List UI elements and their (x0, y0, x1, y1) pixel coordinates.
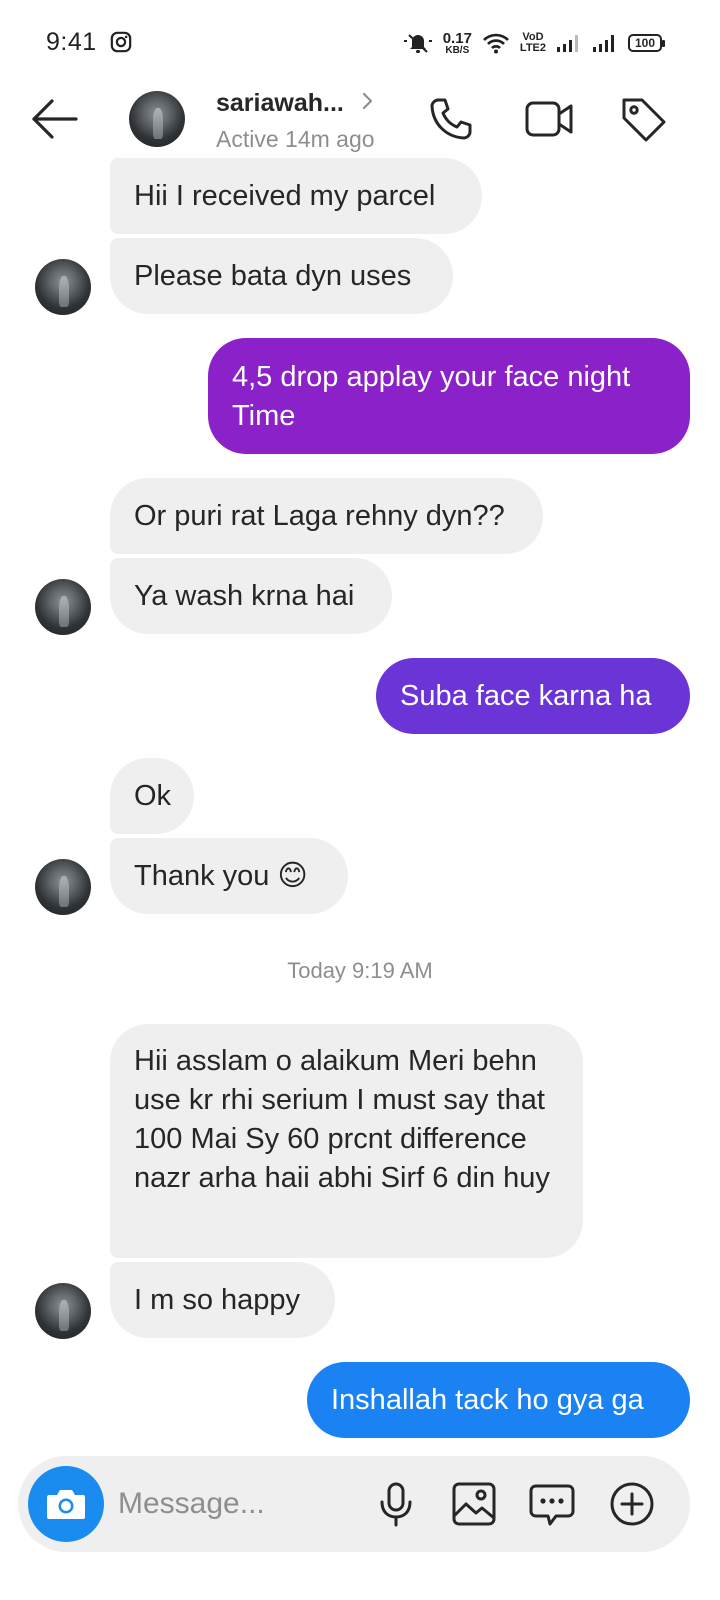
message-input[interactable] (118, 1480, 348, 1528)
message-incoming[interactable]: Or puri rat Laga rehny dyn?? (110, 478, 543, 554)
sticker-chat-icon[interactable] (528, 1480, 576, 1528)
message-outgoing[interactable]: Inshallah tack ho gya ga (307, 1362, 690, 1438)
status-bar: 9:41 0.17 KB/S VoD LTE2 100 (0, 0, 720, 86)
message-composer (18, 1456, 690, 1552)
back-arrow-icon[interactable] (30, 96, 80, 142)
message-outgoing[interactable]: 4,5 drop applay your face night Time (208, 338, 690, 454)
microphone-icon[interactable] (372, 1480, 420, 1528)
contact-avatar[interactable] (129, 91, 185, 147)
mute-bell-icon (403, 34, 432, 53)
message-outgoing[interactable]: Suba face karna ha (376, 658, 690, 734)
plus-circle-icon[interactable] (608, 1480, 656, 1528)
gallery-icon[interactable] (450, 1480, 498, 1528)
message-incoming[interactable]: Ya wash krna hai (110, 558, 392, 634)
wifi-icon (483, 33, 509, 54)
tag-icon[interactable] (618, 94, 668, 144)
message-incoming[interactable]: I m so happy (110, 1262, 335, 1338)
message-incoming[interactable]: Please bata dyn uses (110, 238, 453, 314)
camera-button[interactable] (28, 1466, 104, 1542)
volte-indicator: VoD LTE2 (519, 31, 546, 54)
network-speed: 0.17 KB/S (442, 29, 472, 56)
sender-avatar[interactable] (35, 1283, 91, 1339)
timestamp-divider: Today 9:19 AM (287, 958, 433, 983)
message-incoming[interactable]: Hii I received my parcel (110, 158, 482, 234)
sender-avatar[interactable] (35, 259, 91, 315)
message-incoming[interactable]: Thank you 😊 (110, 838, 348, 914)
signal-icon-sim1 (557, 35, 578, 52)
chat-header: sariawah... Active 14m ago (0, 86, 720, 168)
sender-avatar[interactable] (35, 859, 91, 915)
battery-icon: 100 (628, 34, 665, 52)
sender-avatar[interactable] (35, 579, 91, 635)
chevron-right-icon[interactable] (360, 88, 376, 114)
signal-icon-sim2 (593, 35, 614, 52)
status-time: 9:41 (46, 28, 97, 56)
active-status: Active 14m ago (216, 126, 375, 152)
video-call-icon[interactable] (524, 94, 574, 144)
phone-call-icon[interactable] (426, 94, 476, 144)
camera-icon (47, 1490, 85, 1519)
status-icons: 0.17 KB/S VoD LTE2 100 (403, 26, 665, 60)
contact-name[interactable]: sariawah... (216, 89, 344, 118)
message-incoming[interactable]: Hii asslam o alaikum Meri behn use kr rh… (110, 1024, 583, 1258)
instagram-notification-icon (110, 31, 132, 53)
message-incoming[interactable]: Ok (110, 758, 194, 834)
